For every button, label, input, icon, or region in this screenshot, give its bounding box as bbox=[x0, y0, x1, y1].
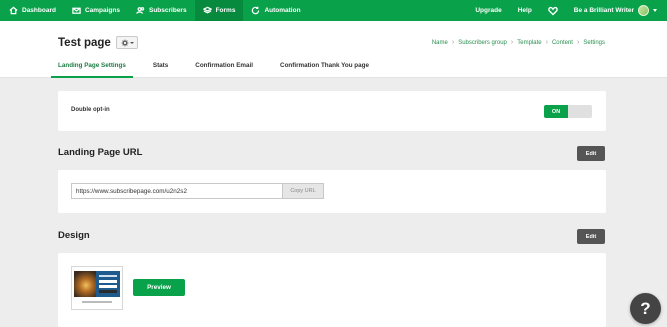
thumbnail-line bbox=[82, 301, 112, 303]
nav-subscribers-label: Subscribers bbox=[149, 7, 187, 14]
chevron-right-icon: › bbox=[545, 39, 548, 46]
nav-subscribers[interactable]: Subscribers bbox=[128, 0, 195, 21]
avatar bbox=[638, 5, 649, 16]
help-floating-button[interactable]: ? bbox=[630, 293, 661, 324]
double-optin-toggle[interactable]: ON bbox=[544, 105, 592, 118]
tab-confirmation-email[interactable]: Confirmation Email bbox=[195, 61, 253, 78]
nav-automation-label: Automation bbox=[264, 7, 301, 14]
tab-confirmation-thank-you-page[interactable]: Confirmation Thank You page bbox=[280, 61, 369, 78]
edit-design-button[interactable]: Edit bbox=[577, 229, 605, 244]
toggle-on-label: ON bbox=[544, 105, 568, 118]
nav-automation[interactable]: Automation bbox=[243, 0, 308, 21]
users-icon bbox=[136, 7, 145, 14]
heart-icon bbox=[548, 6, 558, 15]
nav-campaigns[interactable]: Campaigns bbox=[64, 0, 128, 21]
nav-dashboard[interactable]: Dashboard bbox=[0, 0, 64, 21]
home-icon bbox=[9, 6, 18, 15]
thumbnail-line bbox=[99, 285, 117, 288]
account-name: Be a Brilliant Writer bbox=[573, 7, 634, 14]
edit-url-button[interactable]: Edit bbox=[577, 146, 605, 161]
refresh-icon bbox=[252, 6, 260, 15]
layers-icon bbox=[202, 6, 212, 14]
envelope-icon bbox=[72, 7, 81, 14]
nav-campaigns-label: Campaigns bbox=[84, 7, 120, 14]
thumbnail-line bbox=[99, 275, 117, 277]
upgrade-link[interactable]: Upgrade bbox=[467, 0, 509, 21]
design-title: Design bbox=[58, 230, 90, 241]
gear-icon bbox=[121, 39, 128, 46]
design-thumbnail[interactable] bbox=[71, 266, 123, 310]
breadcrumb-subscribers-group[interactable]: Subscribers group bbox=[458, 40, 507, 46]
landing-page-url-card: https://www.subscribepage.com/u2n2s2 Cop… bbox=[58, 170, 606, 213]
preview-button[interactable]: Preview bbox=[133, 279, 185, 296]
breadcrumb: Name › Subscribers group › Template › Co… bbox=[432, 39, 605, 46]
chevron-right-icon: › bbox=[451, 39, 455, 46]
breadcrumb-settings[interactable]: Settings bbox=[583, 40, 605, 46]
account-menu[interactable]: Be a Brilliant Writer bbox=[566, 0, 667, 21]
favorites-button[interactable] bbox=[540, 0, 566, 21]
double-optin-label: Double opt-in bbox=[71, 107, 110, 113]
chevron-down-icon bbox=[129, 41, 134, 44]
landing-page-url-field[interactable]: https://www.subscribepage.com/u2n2s2 bbox=[71, 183, 282, 199]
chevron-right-icon: › bbox=[510, 39, 514, 46]
chevron-right-icon: › bbox=[576, 39, 580, 46]
nav-forms-label: Forms bbox=[215, 7, 236, 14]
chevron-down-icon bbox=[653, 9, 657, 12]
top-navigation: Dashboard Campaigns Subscribers Forms Au… bbox=[0, 0, 667, 21]
tab-landing-page-settings[interactable]: Landing Page Settings bbox=[51, 61, 133, 78]
thumbnail-line bbox=[99, 280, 117, 283]
tab-stats[interactable]: Stats bbox=[153, 61, 168, 78]
thumbnail-line bbox=[99, 290, 117, 293]
page-header: Test page Name › Subscribers group › Tem… bbox=[0, 21, 667, 78]
tab-bar: Landing Page Settings Stats Confirmation… bbox=[51, 61, 396, 78]
nav-right: Upgrade Help Be a Brilliant Writer bbox=[467, 0, 667, 21]
help-link[interactable]: Help bbox=[510, 0, 540, 21]
page-title: Test page bbox=[58, 37, 111, 49]
toggle-off-area bbox=[568, 105, 592, 118]
double-optin-card: Double opt-in ON bbox=[58, 91, 606, 131]
nav-dashboard-label: Dashboard bbox=[22, 7, 56, 14]
design-card: Preview bbox=[58, 253, 606, 327]
page-settings-button[interactable] bbox=[116, 36, 138, 49]
copy-url-button[interactable]: Copy URL bbox=[282, 183, 324, 199]
thumbnail-image bbox=[74, 271, 96, 297]
breadcrumb-name[interactable]: Name bbox=[432, 40, 448, 46]
landing-page-url-title: Landing Page URL bbox=[58, 147, 143, 158]
breadcrumb-template[interactable]: Template bbox=[517, 40, 541, 46]
breadcrumb-content[interactable]: Content bbox=[552, 40, 573, 46]
nav-forms[interactable]: Forms bbox=[194, 0, 244, 21]
